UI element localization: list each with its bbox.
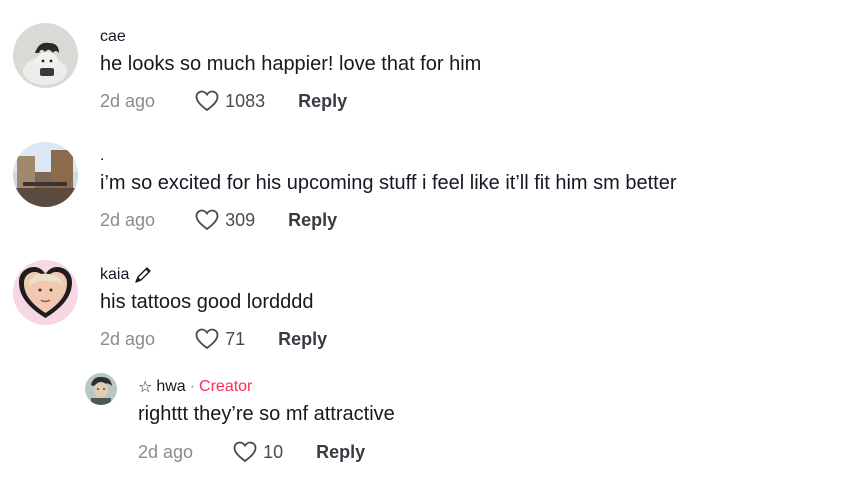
heart-icon (233, 441, 257, 463)
like-count: 1083 (225, 90, 266, 111)
reply-button[interactable]: Reply (298, 91, 347, 112)
comment-username[interactable]: cae (100, 28, 126, 46)
like-count: 71 (225, 328, 246, 349)
reply-button[interactable]: Reply (288, 210, 337, 231)
reply-username[interactable]: ☆ hwa · Creator (138, 377, 252, 397)
heart-icon (195, 209, 219, 231)
like-count: 10 (263, 441, 284, 462)
like-button[interactable]: 71 (195, 328, 245, 350)
comment-time: 2d ago (100, 209, 156, 230)
heart-icon (195, 90, 219, 112)
comment-username[interactable]: kaia (100, 265, 153, 285)
like-button[interactable]: 10 (233, 441, 283, 463)
comment-text: his tattoos good lordddd (100, 291, 314, 313)
creator-badge: Creator (199, 378, 253, 395)
like-button[interactable]: 309 (195, 209, 255, 231)
username-label: cae (100, 28, 126, 45)
reply-button[interactable]: Reply (278, 329, 327, 350)
star-icon: ☆ (138, 379, 153, 396)
username-label: . (100, 147, 105, 164)
avatar[interactable] (13, 23, 78, 88)
like-button[interactable]: 1083 (195, 90, 265, 112)
comment-text: he looks so much happier! love that for … (100, 53, 482, 75)
heart-icon (195, 328, 219, 350)
username-label: kaia (100, 266, 130, 283)
reply-button[interactable]: Reply (316, 442, 365, 463)
comment-meta: 2d ago 309 Reply (100, 209, 337, 231)
reply-meta: 2d ago 10 Reply (138, 441, 365, 463)
comment-username[interactable]: . (100, 147, 104, 165)
avatar[interactable] (85, 373, 117, 405)
username-label: hwa (156, 378, 186, 395)
separator: · (189, 378, 196, 395)
pen-icon (133, 265, 153, 285)
comment-time: 2d ago (100, 90, 156, 111)
reply-text: righttt they’re so mf attractive (138, 403, 395, 425)
reply-time: 2d ago (138, 441, 194, 462)
comment-meta: 2d ago 71 Reply (100, 328, 327, 350)
comment-meta: 2d ago 1083 Reply (100, 90, 347, 112)
avatar[interactable] (13, 142, 78, 207)
comment-time: 2d ago (100, 328, 156, 349)
comment-text: i’m so excited for his upcoming stuff i … (100, 172, 677, 194)
like-count: 309 (225, 209, 256, 230)
avatar[interactable] (13, 260, 78, 325)
